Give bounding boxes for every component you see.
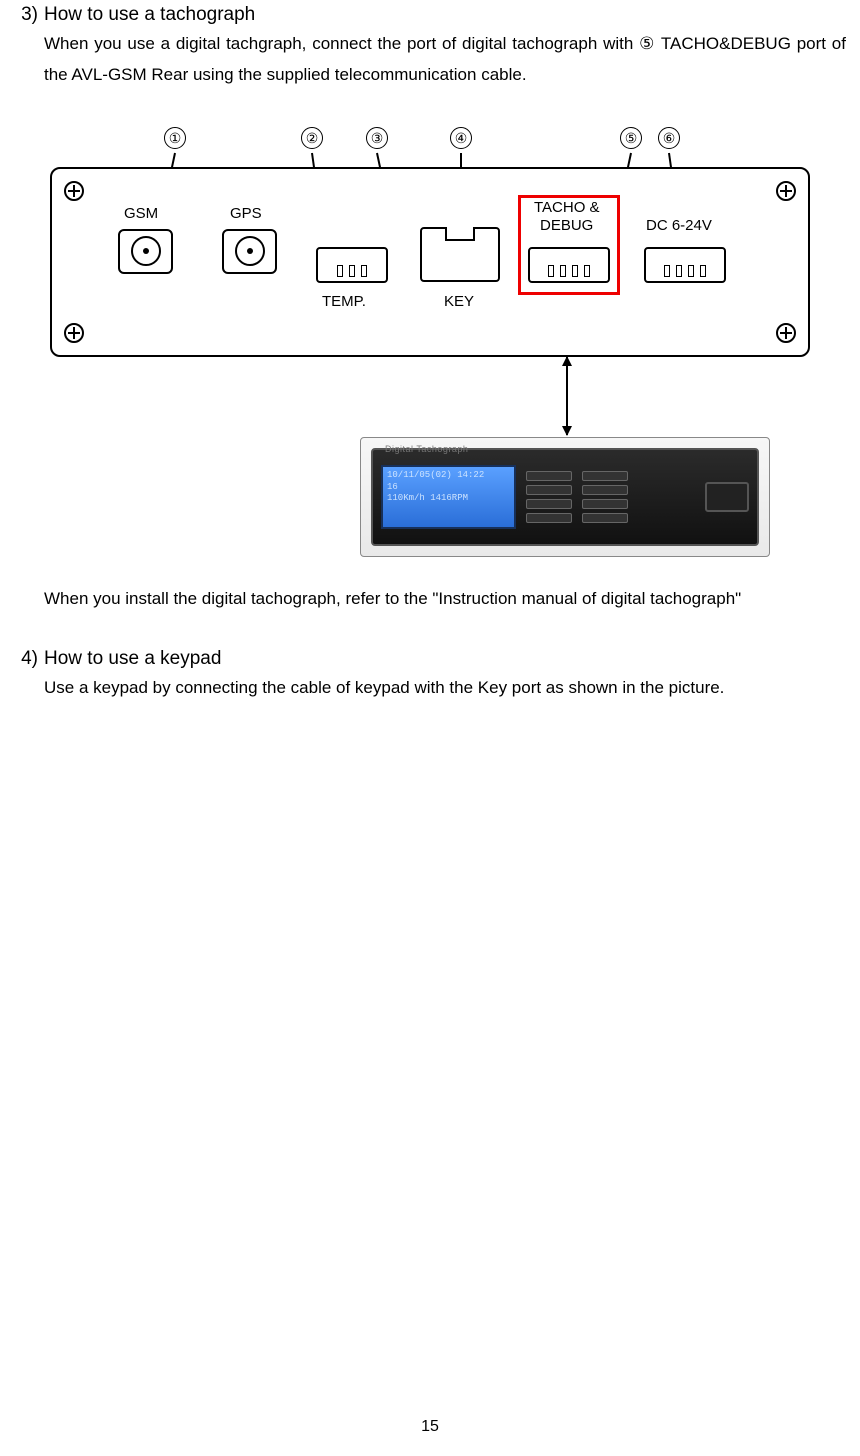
port-label-key: KEY <box>444 293 474 310</box>
screw-icon <box>64 181 84 201</box>
rear-panel-diagram: ① ② ③ ④ ⑤ ⑥ GSM GPS TEMP. <box>50 127 810 557</box>
port-label-gps: GPS <box>230 205 262 222</box>
port-label-temp: TEMP. <box>322 293 366 310</box>
lcd-line: 10/11/05(02) 14:22 <box>387 470 510 482</box>
screw-icon <box>64 323 84 343</box>
tacho-top-label: Digital Tachograph <box>385 444 468 454</box>
page-number: 15 <box>0 1418 860 1436</box>
power-port <box>644 247 726 283</box>
gps-port <box>222 229 277 274</box>
tacho-buttons <box>526 471 572 523</box>
callout-3: ③ <box>366 127 388 149</box>
section-title: How to use a keypad <box>44 648 221 670</box>
key-port <box>420 227 500 282</box>
tacho-buttons <box>582 471 628 523</box>
screw-icon <box>776 323 796 343</box>
section-3-paragraph-2: When you install the digital tachograph,… <box>44 583 846 614</box>
section-title: How to use a tachograph <box>44 4 255 26</box>
port-label-power: DC 6-24V <box>646 217 712 234</box>
usb-slot-icon <box>705 482 749 512</box>
section-4-paragraph-1: Use a keypad by connecting the cable of … <box>44 672 846 703</box>
callout-1: ① <box>164 127 186 149</box>
gsm-port <box>118 229 173 274</box>
callout-5: ⑤ <box>620 127 642 149</box>
section-3-paragraph-1: When you use a digital tachgraph, connec… <box>44 28 846 91</box>
callout-4: ④ <box>450 127 472 149</box>
section-number: 3) <box>14 4 44 26</box>
port-label-gsm: GSM <box>124 205 158 222</box>
lcd-line: 16 <box>387 482 510 494</box>
double-arrow-icon <box>566 357 568 435</box>
digital-tachograph-photo: Digital Tachograph 10/11/05(02) 14:22 16… <box>360 437 770 557</box>
tacho-debug-port <box>528 247 610 283</box>
tacho-lcd: 10/11/05(02) 14:22 16 110Km/h 1416RPM <box>381 465 516 529</box>
temp-port <box>316 247 388 283</box>
callout-6: ⑥ <box>658 127 680 149</box>
lcd-line: 110Km/h 1416RPM <box>387 493 510 505</box>
device-rear-panel: GSM GPS TEMP. KEY TACHO & DEBUG DC 6-24V <box>50 167 810 357</box>
callout-2: ② <box>301 127 323 149</box>
screw-icon <box>776 181 796 201</box>
section-number: 4) <box>14 648 44 670</box>
